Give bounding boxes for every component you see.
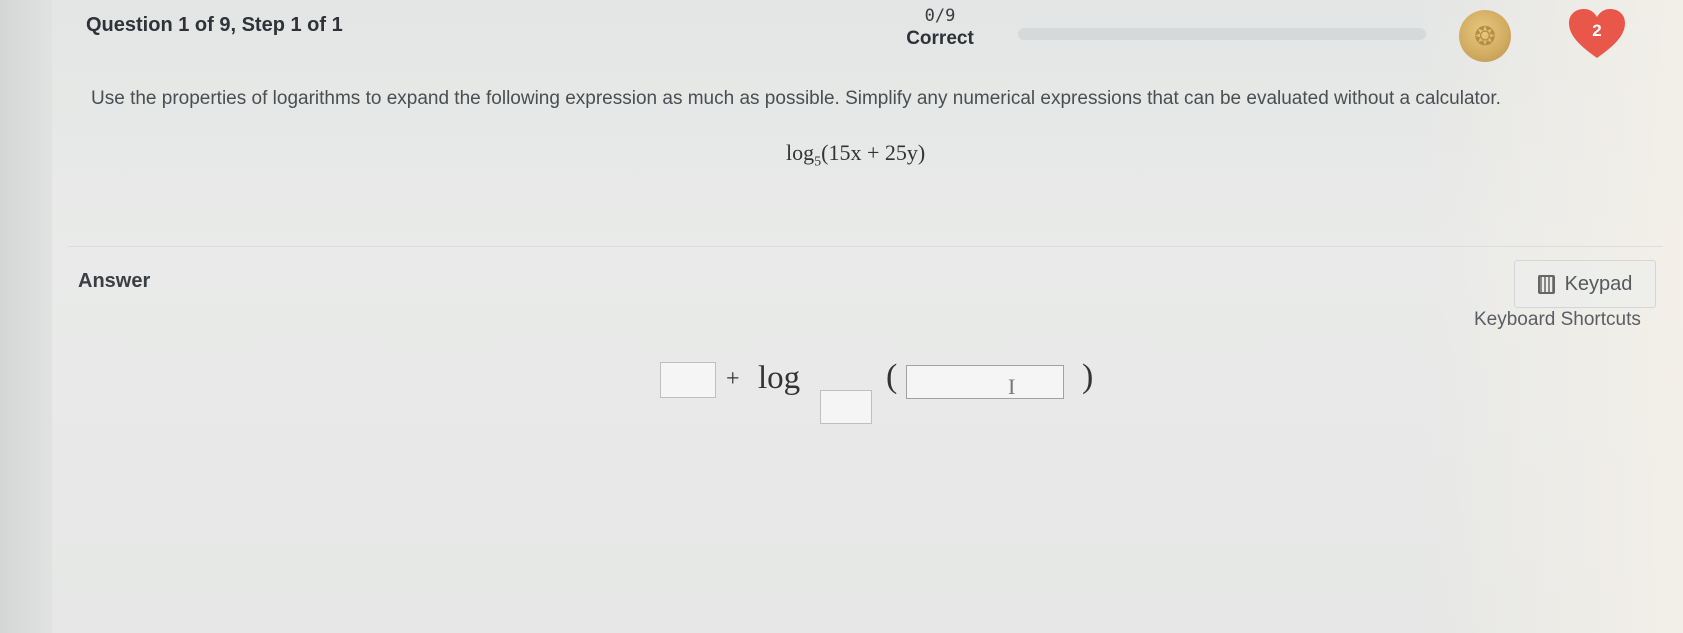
- keypad-icon: [1537, 274, 1555, 294]
- coin-emblem-icon: ❂: [1474, 20, 1496, 51]
- left-bezel: [0, 0, 52, 633]
- expr-func: log: [786, 140, 815, 165]
- right-paren: ): [1082, 358, 1094, 395]
- base-input[interactable]: [820, 390, 872, 424]
- answer-label: Answer: [78, 270, 151, 292]
- left-paren: (: [886, 358, 898, 395]
- log-function: log: [758, 360, 801, 396]
- top-bar: Question 1 of 9, Step 1 of 1 0/9 Correct…: [0, 0, 1683, 66]
- keypad-label: Keypad: [1564, 272, 1633, 295]
- question-prompt: Use the properties of logarithms to expa…: [91, 88, 1501, 109]
- keypad-button[interactable]: Keypad: [1514, 260, 1656, 308]
- term-input[interactable]: [660, 362, 716, 398]
- coin-icon[interactable]: ❂: [1459, 10, 1511, 62]
- score-label: Correct: [906, 28, 974, 49]
- hearts-indicator[interactable]: 2: [1567, 8, 1627, 62]
- score-display: 0/9 Correct: [895, 6, 985, 50]
- plus-sign: +: [726, 366, 740, 392]
- question-title: Question 1 of 9, Step 1 of 1: [86, 14, 343, 36]
- math-expression: log5(15x + 25y): [786, 140, 925, 170]
- hearts-count: 2: [1592, 21, 1602, 40]
- score-count: 0/9: [924, 6, 956, 26]
- argument-input[interactable]: [906, 365, 1064, 399]
- question-panel: Use the properties of logarithms to expa…: [68, 66, 1663, 247]
- progress-bar: [1018, 28, 1426, 40]
- expr-argument: (15x + 25y): [821, 140, 926, 165]
- keyboard-shortcuts-link[interactable]: Keyboard Shortcuts: [1474, 309, 1641, 331]
- text-cursor-icon: I: [1008, 374, 1016, 399]
